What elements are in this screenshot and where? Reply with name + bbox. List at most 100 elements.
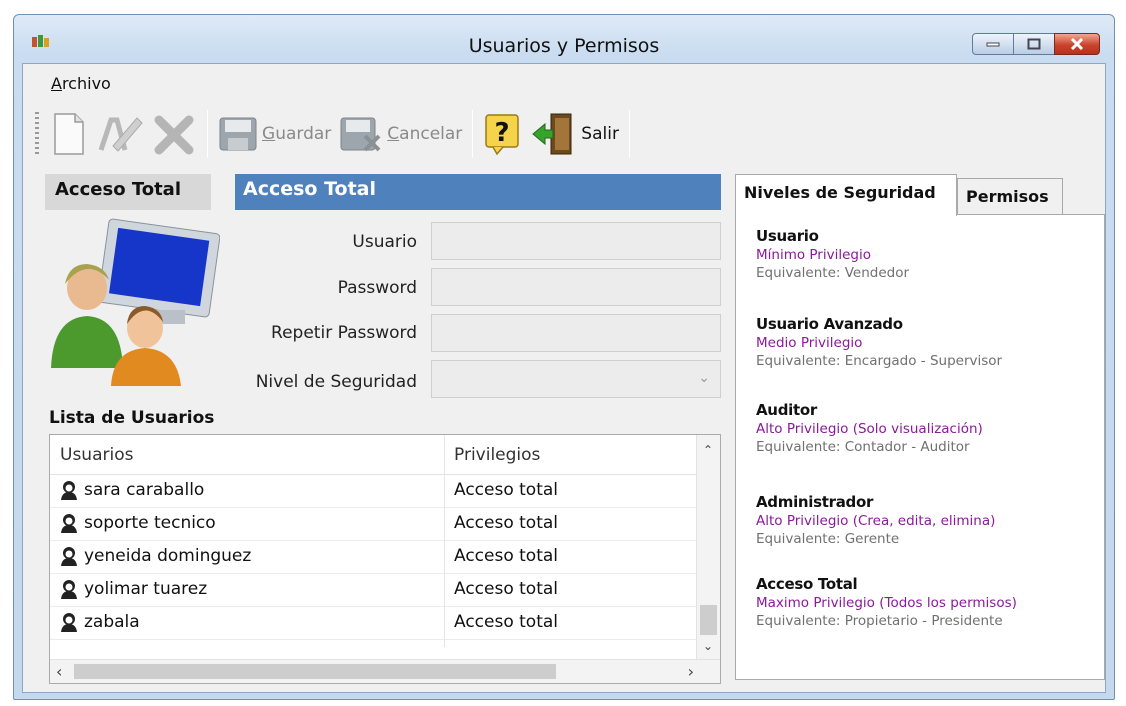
password-input[interactable] (431, 268, 721, 306)
save-icon (219, 117, 257, 151)
usuario-input[interactable] (431, 222, 721, 260)
repetir-password-label: Repetir Password (271, 323, 417, 343)
delete-button[interactable] (149, 108, 201, 160)
level-privilege: Alto Privilegio (Crea, edita, elimina) (756, 513, 996, 529)
maximize-icon (1027, 38, 1041, 50)
security-tabs: Niveles de Seguridad Permisos Usuario Mí… (735, 174, 1105, 684)
toolbar-grip[interactable] (35, 112, 39, 156)
row-user-cell: sara caraballo (60, 480, 204, 500)
vertical-scroll-thumb[interactable] (700, 605, 717, 635)
level-name: Acceso Total (756, 575, 858, 593)
title-bar[interactable]: Usuarios y Permisos (14, 15, 1114, 63)
level-name: Auditor (756, 401, 817, 419)
save-label-text: uardar (275, 124, 332, 144)
maximize-button[interactable] (1013, 33, 1055, 55)
save-accesskey: G (262, 124, 276, 144)
horizontal-scroll-thumb[interactable] (74, 664, 556, 679)
table-row[interactable]: yolimar tuarez Acceso total (50, 574, 696, 607)
menu-archivo[interactable]: Archivo (51, 74, 111, 93)
menu-archivo-accesskey: A (51, 74, 62, 93)
minimize-icon (986, 42, 1000, 47)
usuario-label: Usuario (352, 232, 417, 252)
row-user-name: zabala (84, 612, 140, 632)
level-usuario: Usuario Mínimo Privilegio Equivalente: V… (756, 227, 909, 281)
row-user-name: soporte tecnico (84, 513, 216, 533)
minimize-button[interactable] (972, 33, 1014, 55)
nivel-seguridad-select[interactable]: ⌄ (431, 360, 721, 398)
row-privilege: Acceso total (454, 579, 559, 599)
level-name: Administrador (756, 493, 874, 511)
tab-permisos[interactable]: Permisos (957, 178, 1063, 214)
table-row[interactable]: yeneida dominguez Acceso total (50, 541, 696, 574)
toolbar-separator (207, 110, 208, 158)
save-button[interactable]: Guardar (214, 108, 335, 160)
new-document-icon (54, 113, 84, 155)
toolbar-separator-2 (472, 110, 474, 158)
row-user-cell: yolimar tuarez (60, 579, 207, 599)
client-area: Archivo Guardar Cancelar ? Salir Acceso … (22, 63, 1106, 693)
vertical-scrollbar[interactable]: ⌃ ⌄ (696, 435, 720, 659)
level-administrador: Administrador Alto Privilegio (Crea, edi… (756, 493, 995, 547)
level-acceso-total: Acceso Total Maximo Privilegio (Todos lo… (756, 575, 1017, 629)
scroll-down-icon[interactable]: ⌄ (703, 639, 713, 653)
scroll-left-icon[interactable]: ‹ (56, 662, 62, 681)
cancel-icon (340, 117, 381, 152)
scroll-right-icon[interactable]: › (688, 662, 694, 681)
scroll-up-icon[interactable]: ⌃ (703, 443, 713, 457)
menu-bar: Archivo (23, 64, 1105, 100)
row-user-name: sara caraballo (84, 480, 205, 500)
svg-text:?: ? (495, 118, 510, 148)
level-privilege: Mínimo Privilegio (756, 247, 871, 263)
edit-button[interactable] (91, 108, 149, 160)
repetir-password-input[interactable] (431, 314, 721, 352)
user-icon (61, 481, 77, 500)
users-computer-icon (51, 218, 220, 386)
row-privilege: Acceso total (454, 480, 559, 500)
row-user-name: yeneida dominguez (84, 546, 252, 566)
tab-niveles-de-seguridad[interactable]: Niveles de Seguridad (735, 174, 957, 216)
table-row[interactable]: sara caraballo Acceso total (50, 475, 696, 508)
user-icon (61, 580, 77, 599)
toolbar-separator-3 (628, 110, 630, 158)
user-list-title: Lista de Usuarios (49, 408, 215, 428)
exit-label: Salir (581, 124, 619, 144)
nivel-seguridad-label: Nivel de Seguridad (255, 372, 417, 392)
cancel-label-text: ancelar (399, 124, 463, 144)
access-level-caption: Acceso Total (45, 174, 211, 210)
window-title: Usuarios y Permisos (468, 35, 660, 57)
level-auditor: Auditor Alto Privilegio (Solo visualizac… (756, 401, 983, 455)
level-privilege: Alto Privilegio (Solo visualización) (756, 421, 983, 437)
column-header-usuarios[interactable]: Usuarios (60, 445, 133, 465)
table-row[interactable]: zabala Acceso total (50, 607, 696, 640)
exit-door-icon (532, 113, 572, 155)
cancel-button[interactable]: Cancelar (335, 108, 466, 160)
user-icon (61, 514, 77, 533)
cancel-label: Cancelar (387, 124, 462, 144)
close-button[interactable] (1054, 33, 1100, 55)
main-window: Usuarios y Permisos Archivo Guardar Canc… (13, 14, 1115, 700)
table-row[interactable]: soporte tecnico Acceso total (50, 508, 696, 541)
level-equivalent: Equivalente: Contador - Auditor (756, 439, 970, 455)
delete-icon (154, 115, 194, 155)
cancel-accesskey: C (387, 124, 400, 144)
help-icon: ? (485, 114, 520, 156)
horizontal-scrollbar[interactable]: ‹ › (50, 659, 720, 683)
password-label: Password (337, 278, 417, 298)
column-header-privilegios[interactable]: Privilegios (454, 445, 540, 465)
row-user-cell: zabala (60, 612, 140, 632)
level-name: Usuario (756, 227, 819, 245)
level-privilege: Maximo Privilegio (Todos los permisos) (756, 595, 1017, 611)
save-label: Guardar (262, 124, 331, 144)
help-button[interactable]: ? (479, 108, 527, 160)
user-icon (61, 547, 77, 566)
access-level-banner: Acceso Total (235, 174, 721, 210)
exit-button[interactable]: Salir (527, 108, 623, 160)
close-icon (1070, 38, 1084, 50)
level-equivalent: Equivalente: Vendedor (756, 265, 910, 281)
level-equivalent: Equivalente: Propietario - Presidente (756, 613, 1003, 629)
level-usuario-avanzado: Usuario Avanzado Medio Privilegio Equiva… (756, 315, 1002, 369)
tab-panel-niveles: Usuario Mínimo Privilegio Equivalente: V… (735, 214, 1105, 680)
new-button[interactable] (47, 108, 91, 160)
row-privilege: Acceso total (454, 546, 559, 566)
user-list-grid[interactable]: Usuarios Privilegios sara caraballo Acce… (49, 434, 721, 684)
